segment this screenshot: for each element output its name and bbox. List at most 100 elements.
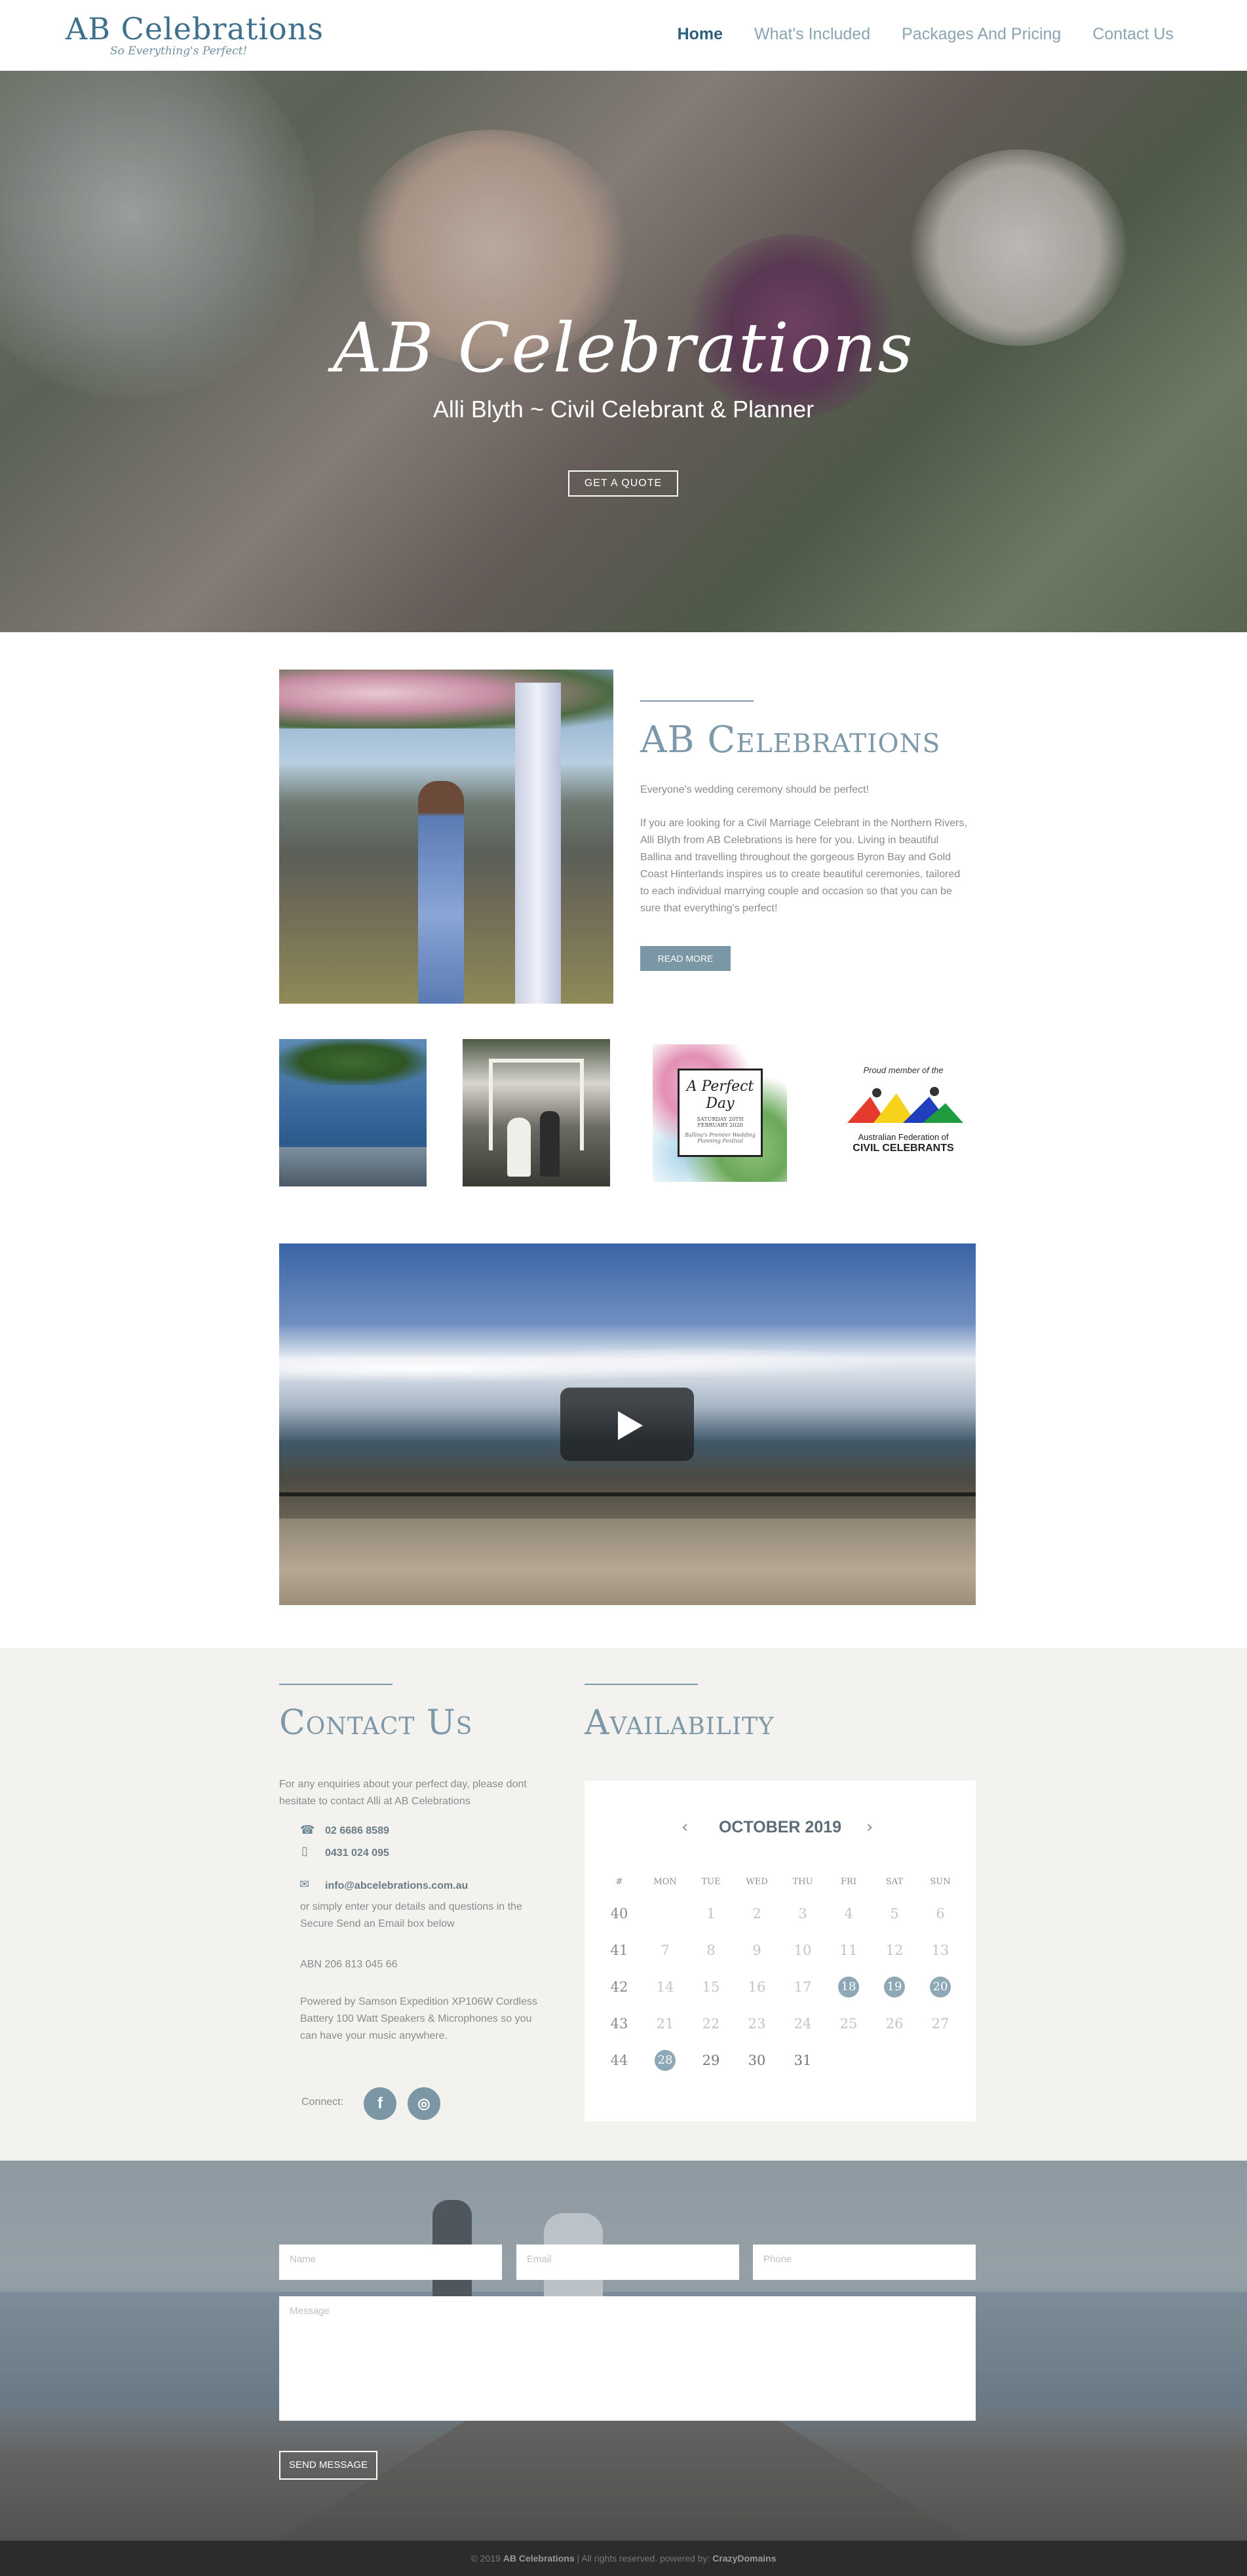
about-intro: Everyone's wedding ceremony should be pe… <box>640 784 870 795</box>
nav-whats-included[interactable]: What's Included <box>754 25 870 44</box>
calendar-day[interactable]: 26 <box>872 2012 917 2036</box>
calendar-week-number: 40 <box>610 1906 628 1922</box>
calendar-day[interactable]: 3 <box>780 1902 826 1925</box>
calendar-dow-tue: TUE <box>701 1877 721 1887</box>
video-railing <box>279 1492 976 1496</box>
calendar-day[interactable]: 22 <box>688 2012 734 2036</box>
calendar-day[interactable]: 31 <box>780 2049 826 2072</box>
calendar-day[interactable]: 13 <box>917 1939 963 1962</box>
contact-abn: ABN 206 813 045 66 <box>300 1959 398 1970</box>
calendar-day[interactable]: 16 <box>734 1975 780 1999</box>
about-title: AB Celebrations <box>640 719 941 761</box>
photo-person <box>418 781 464 1004</box>
calendar-dow-thu: THU <box>792 1877 813 1887</box>
get-quote-button[interactable]: GET A QUOTE <box>568 470 678 497</box>
calendar-day[interactable]: 6 <box>917 1902 963 1925</box>
calendar-day[interactable]: 4 <box>826 1902 872 1925</box>
afcc-line1: Australian Federation of <box>858 1132 949 1142</box>
nav-home[interactable]: Home <box>678 25 723 44</box>
hero-title: AB Celebrations <box>333 308 914 388</box>
calendar-day-booked[interactable]: 18 <box>838 1977 859 1998</box>
availability-divider <box>585 1684 698 1685</box>
calendar-day-booked[interactable]: 28 <box>655 2050 676 2071</box>
calendar-dow-sun: SUN <box>930 1877 951 1887</box>
calendar-week-number: 41 <box>610 1942 628 1958</box>
calendar-dow-mon: MON <box>653 1877 677 1887</box>
calendar-week-number: 43 <box>610 2016 628 2032</box>
name-input[interactable]: Name <box>279 2245 502 2280</box>
availability-calendar: ‹ OCTOBER 2019 › # MON TUE WED THU FRI SAT SUN 4… <box>585 1781 976 2121</box>
message-textarea[interactable]: Message <box>279 2296 976 2421</box>
badge-title: A Perfect Day <box>686 1078 754 1112</box>
footer-brand[interactable]: AB Celebrations <box>503 2553 575 2564</box>
afcc-badge[interactable]: Proud member of the Australian Federatio… <box>830 1039 977 1186</box>
contact-title: Contact Us <box>279 1703 473 1743</box>
calendar-day-booked[interactable]: 20 <box>930 1977 951 1998</box>
contact-powered: Powered by Samson Expedition XP106W Cord… <box>300 1996 537 2041</box>
calendar-day[interactable]: 10 <box>780 1939 826 1962</box>
calendar-dow-week: # <box>615 1877 623 1887</box>
afcc-line2: CIVIL CELEBRANTS <box>853 1143 954 1154</box>
email-input[interactable]: Email <box>516 2245 739 2280</box>
logo[interactable]: AB Celebrations So Everything's Perfect! <box>66 12 324 58</box>
badge-caption: Ballina's Premier Wedding Planning Festi… <box>685 1132 756 1144</box>
thumb-bride <box>507 1118 531 1177</box>
play-button[interactable] <box>560 1388 694 1461</box>
footer-powered-by[interactable]: CrazyDomains <box>712 2553 776 2564</box>
nav-contact-us[interactable]: Contact Us <box>1092 25 1174 44</box>
logo-text: AB Celebrations <box>66 11 324 47</box>
video-player[interactable] <box>279 1243 976 1605</box>
contact-email[interactable]: info@abcelebrations.com.au <box>325 1878 468 1895</box>
thumb-groom <box>540 1111 560 1177</box>
footer-rights: | All rights reserved. powered by: <box>577 2553 710 2564</box>
afcc-top-text: Proud member of the <box>863 1065 944 1075</box>
calendar-month: OCTOBER 2019 <box>718 1818 842 1836</box>
send-message-button[interactable]: SEND MESSAGE <box>279 2451 377 2480</box>
calendar-day[interactable]: 5 <box>872 1902 917 1925</box>
read-more-button[interactable]: READ MORE <box>640 946 731 971</box>
next-month-icon[interactable]: › <box>866 1817 873 1837</box>
calendar-day[interactable]: 23 <box>734 2012 780 2036</box>
about-photo-celebrant <box>279 670 613 1004</box>
calendar-day[interactable]: 2 <box>734 1902 780 1925</box>
email-icon: ✉ <box>299 1878 310 1891</box>
afcc-logo <box>847 1087 963 1123</box>
connect-label: Connect: <box>301 2096 344 2108</box>
calendar-day-booked[interactable]: 19 <box>884 1977 905 1998</box>
calendar-day[interactable]: 25 <box>826 2012 872 2036</box>
calendar-day[interactable]: 29 <box>688 2049 734 2072</box>
calendar-day[interactable]: 17 <box>780 1975 826 1999</box>
photo-arch-flowers <box>279 670 613 729</box>
gallery-thumb-wedding[interactable] <box>463 1039 610 1186</box>
calendar-day[interactable]: 30 <box>734 2049 780 2072</box>
calendar-day[interactable]: 24 <box>780 2012 826 2036</box>
calendar-day[interactable]: 14 <box>642 1975 688 1999</box>
perfect-day-badge[interactable]: A Perfect Day SATURDAY 20TH FEBRUARY 202… <box>646 1039 794 1186</box>
calendar-day[interactable]: 12 <box>872 1939 917 1962</box>
contact-mobile[interactable]: 0431 024 095 <box>325 1845 389 1862</box>
about-body: If you are looking for a Civil Marriage … <box>640 818 967 914</box>
phone-input[interactable]: Phone <box>753 2245 976 2280</box>
main-nav: Home What's Included Packages And Pricin… <box>678 25 1174 44</box>
calendar-week-number: 44 <box>610 2053 628 2068</box>
facebook-icon[interactable]: f <box>364 2087 396 2120</box>
logo-tagline: So Everything's Perfect! <box>110 45 248 58</box>
availability-title: Availability <box>585 1703 775 1743</box>
calendar-day[interactable]: 11 <box>826 1939 872 1962</box>
thumb-foliage <box>279 1039 427 1085</box>
calendar-day[interactable]: 21 <box>642 2012 688 2036</box>
site-header: AB Celebrations So Everything's Perfect!… <box>0 0 1247 71</box>
calendar-day[interactable]: 15 <box>688 1975 734 1999</box>
contact-divider <box>279 1684 393 1685</box>
video-boardwalk <box>279 1519 976 1605</box>
contact-phone[interactable]: 02 6686 8589 <box>325 1823 389 1840</box>
instagram-icon[interactable]: ◎ <box>408 2087 440 2120</box>
gallery-thumb-ocean[interactable] <box>279 1039 427 1186</box>
calendar-day[interactable]: 7 <box>642 1939 688 1962</box>
calendar-day[interactable]: 8 <box>688 1939 734 1962</box>
nav-packages-and-pricing[interactable]: Packages And Pricing <box>902 25 1061 44</box>
calendar-day[interactable]: 1 <box>688 1902 734 1925</box>
hero-subtitle: Alli Blyth ~ Civil Celebrant & Planner <box>432 396 815 423</box>
calendar-day[interactable]: 9 <box>734 1939 780 1962</box>
calendar-day[interactable]: 27 <box>917 2012 963 2036</box>
